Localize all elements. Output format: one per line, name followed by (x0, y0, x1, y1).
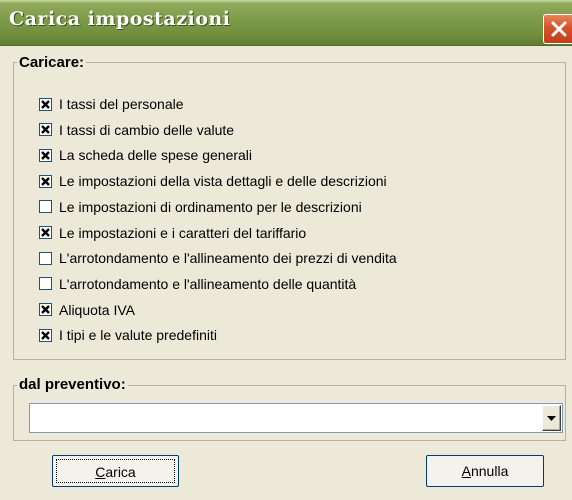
checkbox-row[interactable]: Le impostazioni di ordinamento per le de… (39, 197, 362, 217)
load-group-label: Caricare: (17, 54, 87, 71)
cancel-button-label: nnulla (470, 463, 509, 479)
dialog-body: Caricare: I tassi del personale I tassi d… (0, 46, 572, 500)
checkbox-row[interactable]: L'arrotondamento e l'allineamento delle … (39, 274, 356, 294)
checkbox-label: I tassi del personale (59, 96, 184, 112)
checkbox-row[interactable]: La scheda delle spese generali (39, 145, 252, 165)
close-button[interactable] (543, 14, 572, 44)
checkbox-row[interactable]: Le impostazioni e i caratteri del tariff… (39, 223, 306, 243)
checkbox-row[interactable]: I tipi e le valute predefiniti (39, 325, 217, 345)
checkbox-label: Le impostazioni di ordinamento per le de… (59, 198, 362, 215)
load-button[interactable]: Carica (52, 455, 179, 487)
checkbox-row[interactable]: I tassi di cambio delle valute (39, 120, 234, 140)
checkbox-label: I tipi e le valute predefiniti (59, 327, 217, 344)
checkbox-label: L'arrotondamento e l'allineamento delle … (59, 275, 357, 292)
checkbox-label: L'arrotondamento e l'allineamento dei pr… (59, 250, 397, 267)
checkbox-row[interactable]: I tassi del personale (39, 94, 184, 114)
check-x-icon (41, 125, 50, 135)
check-x-icon (41, 151, 50, 160)
source-group-label: dal preventivo: (17, 376, 128, 393)
checkbox[interactable] (39, 123, 52, 137)
checkbox-label: La scheda delle spese generali (59, 147, 253, 164)
checkbox[interactable] (39, 328, 52, 342)
title-bar: Carica impostazioni (0, 0, 572, 46)
checkbox[interactable] (39, 303, 52, 317)
window-title: Carica impostazioni (9, 8, 231, 30)
check-x-icon (41, 176, 50, 186)
check-x-icon (41, 305, 50, 314)
checkbox-label: Le impostazioni della vista dettagli e d… (59, 173, 387, 190)
estimate-select[interactable] (29, 403, 563, 433)
checkbox-label: Le impostazioni e i caratteri del tariff… (59, 224, 307, 241)
checkbox-row[interactable]: Le impostazioni della vista dettagli e d… (39, 171, 387, 191)
check-x-icon (41, 228, 50, 237)
checkbox[interactable] (39, 200, 52, 214)
load-button-mnemonic: C (95, 464, 106, 480)
cancel-button[interactable]: Annulla (426, 455, 544, 487)
checkbox[interactable] (39, 97, 52, 111)
checkbox[interactable] (39, 226, 52, 239)
load-button-label: arica (105, 464, 136, 480)
checkbox[interactable] (39, 277, 52, 291)
close-icon (551, 21, 567, 37)
check-x-icon (41, 99, 50, 109)
load-button-focus: Carica (56, 459, 175, 483)
chevron-down-icon (547, 416, 556, 421)
checkbox-row[interactable]: Aliquota IVA (39, 300, 135, 320)
cancel-button-mnemonic: A (461, 463, 471, 479)
checkbox-label: Aliquota IVA (59, 301, 136, 318)
dropdown-button[interactable] (542, 405, 561, 431)
checkbox[interactable] (39, 148, 52, 162)
checkbox-label: I tassi di cambio delle valute (59, 121, 235, 138)
checkbox[interactable] (39, 174, 52, 188)
checkbox-row[interactable]: L'arrotondamento e l'allineamento dei pr… (39, 248, 397, 268)
check-x-icon (41, 330, 50, 340)
checkbox[interactable] (39, 251, 52, 265)
